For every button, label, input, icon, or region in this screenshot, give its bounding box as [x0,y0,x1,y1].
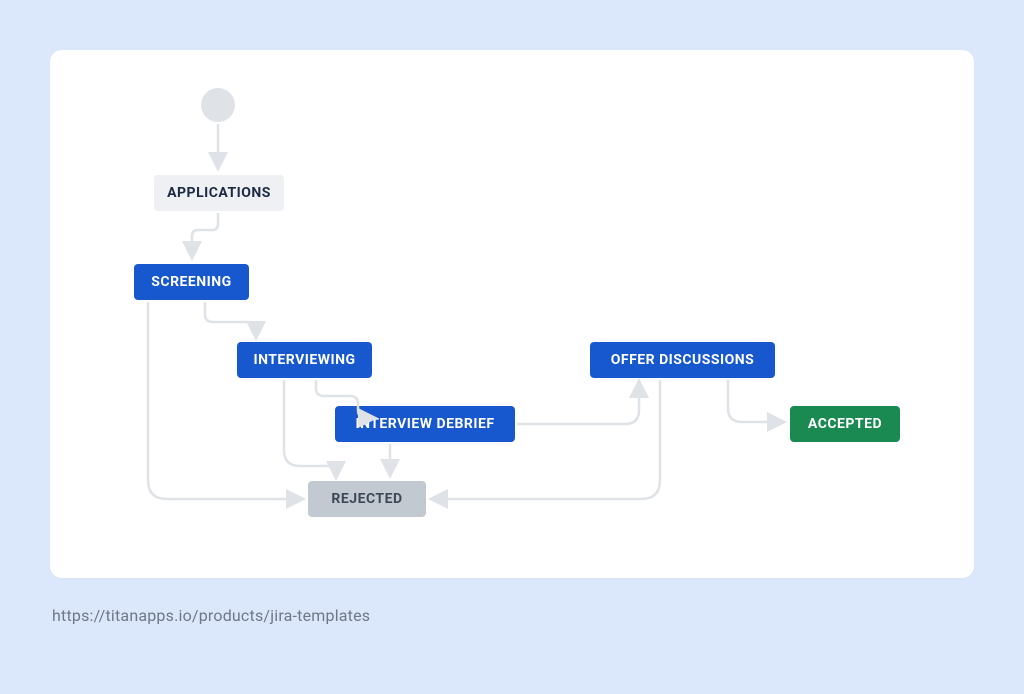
workflow-edges [50,50,974,578]
footer-url: https://titanapps.io/products/jira-templ… [52,606,370,625]
workflow-card: APPLICATIONS SCREENING INTERVIEWING INTE… [50,50,974,578]
